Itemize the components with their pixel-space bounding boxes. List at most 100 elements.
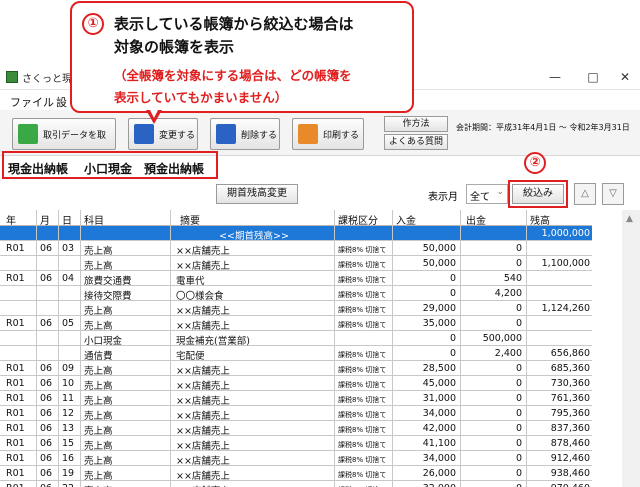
how-to-button[interactable]: 作方法 bbox=[384, 116, 448, 132]
cell-out: 500,000 bbox=[482, 333, 522, 344]
cell-tax: 課税8% 切捨て bbox=[338, 351, 387, 359]
cell-bal: 795,360 bbox=[550, 408, 590, 419]
cell-y: R01 bbox=[6, 468, 25, 479]
move-up-button[interactable]: △ bbox=[574, 183, 596, 205]
table-row[interactable]: R01 06 11 売上高 ××店舗売上 課税8% 切捨て 31,000 0 761,360 bbox=[0, 391, 592, 407]
import-icon bbox=[18, 124, 38, 144]
cell-y: R01 bbox=[6, 453, 25, 464]
col-day: 日 bbox=[62, 216, 72, 227]
cell-acct: 通信費 bbox=[84, 351, 113, 362]
cell-out: 2,400 bbox=[494, 348, 522, 359]
table-row[interactable]: 売上高 ××店舗売上 課税8% 切捨て 50,000 0 1,100,000 bbox=[0, 256, 592, 272]
cell-acct: 売上高 bbox=[84, 261, 113, 272]
change-button[interactable]: 変更する bbox=[128, 118, 198, 150]
cell-memo: ××店舗売上 bbox=[176, 426, 230, 437]
cell-m: 06 bbox=[40, 453, 53, 464]
table-row[interactable]: R01 06 10 売上高 ××店舗売上 課税8% 切捨て 45,000 0 730,360 bbox=[0, 376, 592, 392]
table-row[interactable]: R01 06 09 売上高 ××店舗売上 課税8% 切捨て 28,500 0 685,360 bbox=[0, 361, 592, 377]
table-row[interactable]: R01 06 16 売上高 ××店舗売上 課税8% 切捨て 34,000 0 912,460 bbox=[0, 451, 592, 467]
close-button[interactable]: ✕ bbox=[610, 68, 640, 86]
table-row[interactable]: R01 06 13 売上高 ××店舗売上 課税8% 切捨て 42,000 0 837,360 bbox=[0, 421, 592, 437]
cell-acct: 売上高 bbox=[84, 366, 113, 377]
table-row[interactable]: 通信費 宅配便 課税8% 切捨て 0 2,400 656,860 bbox=[0, 346, 592, 362]
faq-button[interactable]: よくある質問 bbox=[384, 134, 448, 150]
cell-acct: 売上高 bbox=[84, 411, 113, 422]
cell-y: R01 bbox=[6, 378, 25, 389]
print-label: 印刷する bbox=[323, 131, 360, 141]
cell-in: 34,000 bbox=[422, 453, 456, 464]
change-label: 変更する bbox=[159, 131, 196, 141]
cell-memo: ××店舗売上 bbox=[176, 396, 230, 407]
move-down-button[interactable]: ▽ bbox=[602, 183, 624, 205]
cell-acct: 売上高 bbox=[84, 471, 113, 482]
toolbar: 取引データを取 変更する 削除する 印刷する bbox=[0, 110, 640, 156]
cell-m: 06 bbox=[40, 438, 53, 449]
cell-tax: 課税8% 切捨て bbox=[338, 291, 387, 299]
display-month-label: 表示月 bbox=[428, 192, 458, 203]
cell-memo: 〇〇様会食 bbox=[176, 291, 224, 302]
instruction-callout: ① 表示している帳簿から絞込む場合は 対象の帳簿を表示 （全帳簿を対象にする場合… bbox=[70, 1, 414, 113]
cell-tax: 課税8% 切捨て bbox=[338, 381, 387, 389]
cell-in: 0 bbox=[449, 288, 456, 299]
cell-acct: 小口現金 bbox=[84, 336, 123, 347]
cell-out: 0 bbox=[515, 393, 522, 404]
cell-memo: ××店舗売上 bbox=[176, 366, 230, 377]
table-row[interactable]: R01 06 04 旅費交通費 電車代 課税8% 切捨て 0 540 bbox=[0, 271, 592, 287]
accounting-period: 会計期間：平成31年4月1日 ～ 令和2年3月31日 bbox=[456, 123, 630, 132]
minimize-button[interactable]: — bbox=[540, 68, 570, 86]
cell-tax: 課税8% 切捨て bbox=[338, 471, 387, 479]
cell-out: 4,200 bbox=[494, 288, 522, 299]
cell-acct: 売上高 bbox=[84, 441, 113, 452]
table-row[interactable]: R01 06 03 売上高 ××店舗売上 課税8% 切捨て 50,000 0 bbox=[0, 241, 592, 257]
table-row[interactable]: 売上高 ××店舗売上 課税8% 切捨て 29,000 0 1,124,260 bbox=[0, 301, 592, 317]
col-divider bbox=[334, 210, 335, 487]
print-button[interactable]: 印刷する bbox=[292, 118, 364, 150]
cell-out: 0 bbox=[515, 423, 522, 434]
cell-bal: 730,360 bbox=[550, 378, 590, 389]
table-row[interactable]: 小口現金 現金補充(営業部) 0 500,000 bbox=[0, 331, 592, 347]
cell-y: R01 bbox=[6, 243, 25, 254]
cell-memo: <<期首残高>> bbox=[219, 231, 289, 242]
menu-file[interactable]: ファイル bbox=[10, 94, 54, 110]
maximize-button[interactable]: □ bbox=[578, 68, 608, 86]
callout-pointer-inner bbox=[149, 108, 159, 118]
opening-balance-row[interactable]: <<期首残高>> 1,000,000 bbox=[0, 226, 592, 242]
cell-bal: 938,460 bbox=[550, 468, 590, 479]
cell-memo: ××店舗売上 bbox=[176, 321, 230, 332]
cell-bal: 685,360 bbox=[550, 363, 590, 374]
cell-tax: 課税8% 切捨て bbox=[338, 276, 387, 284]
col-divider bbox=[80, 210, 81, 487]
table-row[interactable]: R01 06 05 売上高 ××店舗売上 課税8% 切捨て 35,000 0 bbox=[0, 316, 592, 332]
col-divider bbox=[36, 210, 37, 487]
cell-acct: 売上高 bbox=[84, 396, 113, 407]
col-memo: 摘要 bbox=[180, 216, 200, 227]
cell-memo: ××店舗売上 bbox=[176, 381, 230, 392]
cell-bal: 1,000,000 bbox=[541, 228, 590, 239]
table-row[interactable]: R01 06 15 売上高 ××店舗売上 課税8% 切捨て 41,100 0 878,460 bbox=[0, 436, 592, 452]
import-button[interactable]: 取引データを取 bbox=[12, 118, 116, 150]
vertical-scrollbar[interactable] bbox=[622, 210, 640, 487]
cell-tax: 課税8% 切捨て bbox=[338, 321, 387, 329]
cell-y: R01 bbox=[6, 483, 34, 487]
cell-tax: 課税8% 切捨て bbox=[338, 306, 387, 314]
menu-settings[interactable]: 設 bbox=[56, 94, 67, 110]
cell-d: 03 bbox=[62, 243, 75, 254]
scroll-up-icon[interactable]: ▲ bbox=[626, 214, 633, 224]
tab-highlight-frame bbox=[2, 151, 218, 179]
cell-in: 0 bbox=[449, 273, 456, 284]
col-divider bbox=[460, 210, 461, 487]
opening-balance-button[interactable]: 期首残高変更 bbox=[216, 184, 298, 204]
display-month-select[interactable]: 全て ⌄ bbox=[466, 184, 508, 204]
table-row[interactable]: R010622売上高××店舗売上課税8% 切捨て32,0000970,460 bbox=[0, 481, 592, 487]
cell-d: 19 bbox=[62, 468, 75, 479]
cell-out: 0 bbox=[515, 468, 522, 479]
table-row[interactable]: 接待交際費 〇〇様会食 課税8% 切捨て 0 4,200 bbox=[0, 286, 592, 302]
table-row[interactable]: R01 06 19 売上高 ××店舗売上 課税8% 切捨て 26,000 0 938,460 bbox=[0, 466, 592, 482]
cell-bal: 761,360 bbox=[550, 393, 590, 404]
callout-line-1: 表示している帳簿から絞込む場合は bbox=[114, 15, 354, 33]
cell-tax: 課税8% 切捨て bbox=[338, 426, 387, 434]
delete-button[interactable]: 削除する bbox=[210, 118, 280, 150]
table-row[interactable]: R01 06 12 売上高 ××店舗売上 課税8% 切捨て 34,000 0 795,360 bbox=[0, 406, 592, 422]
cell-m: 06 bbox=[40, 363, 53, 374]
cell-y: R01 bbox=[6, 393, 25, 404]
